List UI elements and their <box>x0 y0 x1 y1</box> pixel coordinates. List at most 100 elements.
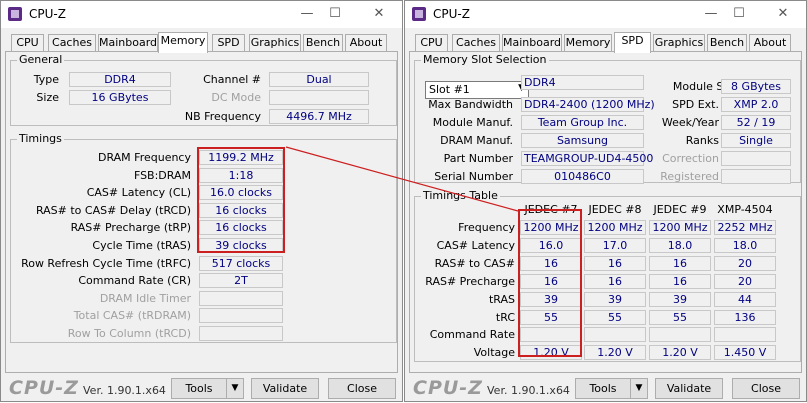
timings-cell: 16 <box>584 255 646 271</box>
general-group: General Type DDR4 Size 16 GBytes Channel… <box>10 53 397 126</box>
slot-select-value: Slot #1 <box>429 83 470 96</box>
tab-cpu[interactable]: CPU <box>415 34 448 51</box>
general-group-label: General <box>17 53 65 66</box>
tab-mainboard[interactable]: Mainboard <box>502 34 562 51</box>
ranks-value: Single <box>721 133 791 148</box>
timings-row-label: CAS# Latency <box>436 238 515 252</box>
timing-value <box>199 308 283 324</box>
cpuz-window-memory: CPU-Z — ☐ ✕ CPU Caches Mainboard Memory … <box>0 0 403 402</box>
timings-table-label: Timings Table <box>421 189 500 202</box>
week-year-value: 52 / 19 <box>721 115 791 130</box>
timings-cell: 16 <box>649 255 711 271</box>
version-label: Ver. 1.90.1.x64 <box>487 384 570 397</box>
title-bar[interactable]: CPU-Z — ☐ ✕ <box>1 1 402 28</box>
spd-ext-value: XMP 2.0 <box>721 97 791 112</box>
tools-button[interactable]: Tools <box>171 378 227 399</box>
tools-button[interactable]: Tools <box>575 378 631 399</box>
size-label: Size <box>36 91 59 104</box>
timings-cell: 55 <box>584 309 646 325</box>
slot-select[interactable]: Slot #1 ▼ <box>425 81 529 99</box>
dram-manuf-label: DRAM Manuf. <box>440 134 513 147</box>
maximize-icon[interactable]: ☐ <box>325 5 345 23</box>
tab-caches[interactable]: Caches <box>48 34 96 51</box>
timings-cell: 16 <box>649 273 711 289</box>
cpuz-logo: CPU-Z <box>9 377 79 399</box>
chevron-down-icon[interactable]: ▼ <box>226 378 244 399</box>
tab-spd[interactable]: SPD <box>614 32 651 53</box>
footer: CPU-Z Ver. 1.90.1.x64 Tools ▼ Validate C… <box>405 375 806 403</box>
timings-row-label: tRC <box>495 310 515 324</box>
spd-panel: Memory Slot Selection Slot #1 ▼ DDR4 Max… <box>409 51 802 373</box>
tab-memory[interactable]: Memory <box>158 32 208 53</box>
tab-about[interactable]: About <box>749 34 791 51</box>
tab-bench[interactable]: Bench <box>707 34 747 51</box>
minimize-icon[interactable]: — <box>701 5 721 23</box>
tab-bar: CPU Caches Mainboard Memory SPD Graphics… <box>405 32 806 53</box>
timings-column-header: XMP-4504 <box>717 203 773 216</box>
tab-mainboard[interactable]: Mainboard <box>98 34 158 51</box>
cpuz-window-spd: CPU-Z — ☐ ✕ CPU Caches Mainboard Memory … <box>404 0 807 402</box>
version-label: Ver. 1.90.1.x64 <box>83 384 166 397</box>
timings-group-label: Timings <box>17 132 64 145</box>
close-button[interactable]: Close <box>328 378 396 399</box>
timings-cell: 20 <box>714 255 776 271</box>
close-icon[interactable]: ✕ <box>773 5 793 23</box>
timings-row-label: Command Rate <box>429 328 515 342</box>
timing-label: DRAM Frequency <box>97 151 191 164</box>
timing-value <box>199 290 283 306</box>
cpuz-logo: CPU-Z <box>413 377 483 399</box>
timing-value: 2T <box>199 273 283 289</box>
footer: CPU-Z Ver. 1.90.1.x64 Tools ▼ Validate C… <box>1 375 402 403</box>
close-icon[interactable]: ✕ <box>369 5 389 23</box>
title-bar[interactable]: CPU-Z — ☐ ✕ <box>405 1 806 28</box>
close-button[interactable]: Close <box>732 378 800 399</box>
tab-graphics[interactable]: Graphics <box>653 34 705 51</box>
timings-column-header: JEDEC #9 <box>653 203 707 216</box>
timings-cell <box>584 327 646 343</box>
tab-bar: CPU Caches Mainboard Memory SPD Graphics… <box>1 32 402 53</box>
tab-cpu[interactable]: CPU <box>11 34 44 51</box>
module-manuf-label: Module Manuf. <box>432 116 513 129</box>
memory-slot-group-label: Memory Slot Selection <box>421 53 549 66</box>
max-bandwidth-label: Max Bandwidth <box>428 98 513 111</box>
timing-label: Cycle Time (tRAS) <box>92 239 191 252</box>
highlight-box-spd <box>518 209 582 357</box>
part-number-value: TEAMGROUP-UD4-4500 <box>521 151 653 166</box>
validate-button[interactable]: Validate <box>251 378 319 399</box>
module-type-value: DDR4 <box>521 75 644 90</box>
timing-value <box>199 326 283 341</box>
timing-value: 517 clocks <box>199 255 283 271</box>
type-label: Type <box>33 73 59 86</box>
tab-spd[interactable]: SPD <box>212 34 245 51</box>
tab-graphics[interactable]: Graphics <box>249 34 301 51</box>
tab-memory[interactable]: Memory <box>564 34 612 51</box>
max-bandwidth-value: DDR4-2400 (1200 MHz) <box>521 97 655 112</box>
spd-ext-label: SPD Ext. <box>672 98 719 111</box>
correction-label: Correction <box>662 152 719 165</box>
timing-label: RAS# Precharge (tRP) <box>70 221 191 235</box>
timings-cell: 1.20 V <box>584 345 646 361</box>
dc-mode-label: DC Mode <box>211 91 261 104</box>
tab-caches[interactable]: Caches <box>452 34 500 51</box>
memory-panel: General Type DDR4 Size 16 GBytes Channel… <box>5 51 398 373</box>
timings-cell <box>714 327 776 343</box>
registered-value <box>721 169 791 184</box>
module-manuf-value: Team Group Inc. <box>521 115 644 130</box>
tab-bench[interactable]: Bench <box>303 34 343 51</box>
timing-label: Total CAS# (tRDRAM) <box>73 309 191 323</box>
correction-value <box>721 151 791 166</box>
dram-manuf-value: Samsung <box>521 133 644 148</box>
timings-cell: 17.0 <box>584 237 646 253</box>
chevron-down-icon[interactable]: ▼ <box>630 378 648 399</box>
ranks-label: Ranks <box>685 134 719 147</box>
maximize-icon[interactable]: ☐ <box>729 5 749 23</box>
validate-button[interactable]: Validate <box>655 378 723 399</box>
timings-table-group: Timings Table JEDEC #7 JEDEC #8 JEDEC #9 XM… <box>414 189 801 362</box>
size-value: 16 GBytes <box>69 90 171 105</box>
timing-label: Command Rate (CR) <box>78 274 191 288</box>
timings-row-label: Frequency <box>458 221 515 234</box>
tab-about[interactable]: About <box>345 34 387 51</box>
part-number-label: Part Number <box>443 152 513 165</box>
minimize-icon[interactable]: — <box>297 5 317 23</box>
timings-cell: 1200 MHz <box>584 220 646 235</box>
